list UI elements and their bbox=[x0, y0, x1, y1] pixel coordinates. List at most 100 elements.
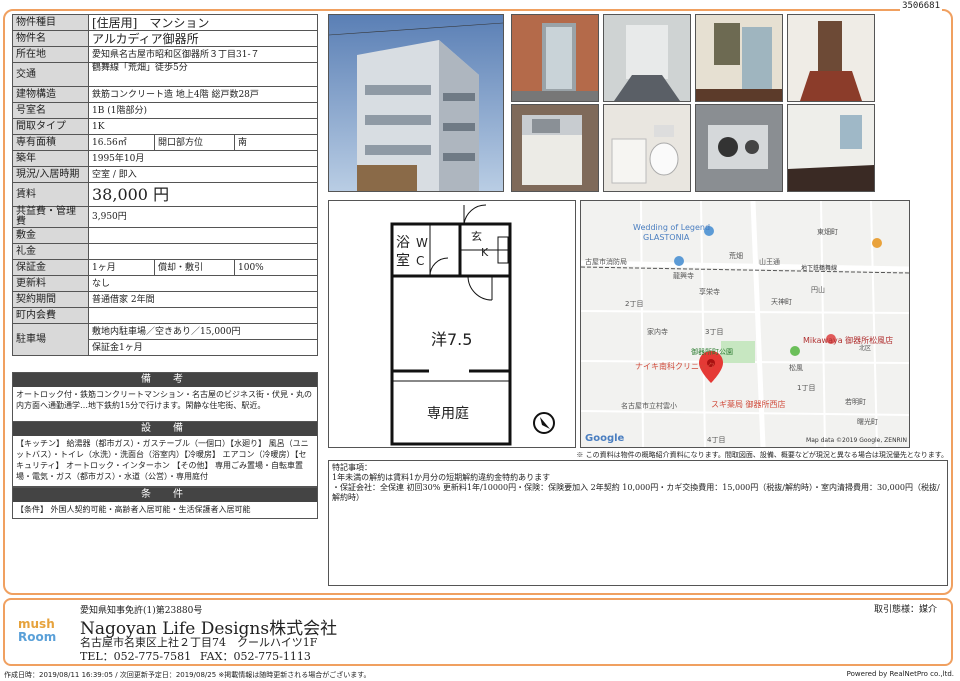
table-row: 共益費・管理費 3,950円 bbox=[12, 206, 318, 228]
map-label: 龍興寺 bbox=[673, 272, 694, 280]
row-value-2: 南 bbox=[234, 134, 318, 151]
row-value: 1K bbox=[88, 118, 318, 135]
equipment-section: 設 備 【キッチン】 給湯器（都市ガス）・ガステーブル（一個口）【水廻り】 風呂… bbox=[12, 421, 318, 487]
doc-number: 3506681 bbox=[900, 1, 942, 11]
table-row: 物件名 アルカディア御器所 bbox=[12, 30, 318, 47]
map-label: 御器所町公園 bbox=[691, 348, 733, 356]
map-label: 北区 bbox=[859, 345, 872, 352]
table-row: 礼金 bbox=[12, 243, 318, 260]
map-label: 古屋市消防局 bbox=[585, 258, 627, 266]
row-value: 普通借家 2年間 bbox=[88, 291, 318, 308]
row-label: 礼金 bbox=[12, 243, 89, 260]
row-label: 物件種目 bbox=[12, 14, 89, 31]
row-label: 敷金 bbox=[12, 227, 89, 244]
map-label: 地下鉄鶴舞線 bbox=[801, 265, 838, 272]
map-label: 2丁目 bbox=[625, 300, 644, 308]
row-value: 1995年10月 bbox=[88, 150, 318, 167]
row-label-2: 開口部方位 bbox=[154, 134, 235, 151]
conditions-text: 【条件】 外国人契約可能・高齢者入居可能・生活保護者入居可能 bbox=[16, 505, 251, 514]
special-notes-title: 特記事項： bbox=[332, 463, 372, 472]
row-value: 3,950円 bbox=[88, 206, 318, 228]
map-label: スギ薬局 御器所西店 bbox=[711, 400, 786, 409]
row-value: 鉄筋コンクリート造 地上4階 総戸数28戸 bbox=[88, 86, 318, 103]
conditions-title: 条 件 bbox=[13, 488, 317, 502]
google-logo: Google bbox=[585, 433, 625, 444]
row-value bbox=[88, 243, 318, 260]
row-label: 契約期間 bbox=[12, 291, 89, 308]
special-notes-line: ・保証会社：全保連 初回30% 更新料1年/10000円・保険：保険要加入 2年… bbox=[332, 483, 940, 502]
north-arrow-icon bbox=[533, 412, 555, 434]
table-row: 築年 1995年10月 bbox=[12, 150, 318, 167]
map-label: Wedding of Legend bbox=[633, 223, 711, 232]
plan-bath-label: 浴室 bbox=[396, 235, 410, 269]
equipment-title: 設 備 bbox=[13, 422, 317, 436]
map-label: 曙光町 bbox=[857, 418, 878, 426]
generated-info: 作成日時：2019/08/11 16:39:05 / 次回更新予定日：2019/… bbox=[4, 671, 371, 679]
row-label: 築年 bbox=[12, 150, 89, 167]
row-value: 1B (1階部分) bbox=[88, 102, 318, 119]
stove-photo bbox=[695, 104, 783, 192]
row-label: 号室名 bbox=[12, 102, 89, 119]
row-label: 建物構造 bbox=[12, 86, 89, 103]
remarks-title: 備 考 bbox=[13, 373, 317, 387]
table-row: 町内会費 bbox=[12, 307, 318, 324]
row-value: なし bbox=[88, 275, 318, 292]
map-attribution: Map data ©2019 Google, ZENRIN bbox=[806, 437, 907, 444]
map-label: 荒畑 bbox=[729, 252, 743, 260]
bottom-bar: 作成日時：2019/08/11 16:39:05 / 次回更新予定日：2019/… bbox=[0, 668, 960, 681]
equipment-text: 【キッチン】 給湯器（都市ガス）・ガステーブル（一個口）【水廻り】 風呂（ユニッ… bbox=[16, 439, 309, 481]
plan-garden-label: 専用庭 bbox=[427, 406, 469, 422]
hallway-photo bbox=[603, 14, 691, 102]
table-row: 契約期間 普通借家 2年間 bbox=[12, 291, 318, 308]
map-label: 松風 bbox=[789, 364, 803, 372]
room-entry-photo bbox=[787, 14, 875, 102]
map-label: 山王通 bbox=[759, 258, 780, 266]
row-value: 鶴舞線「荒畑」徒歩5分 bbox=[88, 62, 318, 87]
map-label: 4丁目 bbox=[707, 436, 726, 444]
map-label: 1丁目 bbox=[797, 384, 816, 392]
plan-room-label: 洋7.5 bbox=[431, 330, 473, 349]
table-row: 現況/入居時期 空室 / 即入 bbox=[12, 166, 318, 183]
mailbox-photo bbox=[695, 14, 783, 102]
row-value: 保証金1ヶ月 bbox=[88, 339, 318, 356]
row-label: 間取タイプ bbox=[12, 118, 89, 135]
table-row: 賃料 38,000 円 bbox=[12, 182, 318, 207]
row-label: 更新料 bbox=[12, 275, 89, 292]
map-label: 若明町 bbox=[845, 398, 866, 406]
row-label: 物件名 bbox=[12, 30, 89, 47]
bathroom-photo bbox=[603, 104, 691, 192]
row-value: [住居用] マンション bbox=[88, 14, 318, 31]
logo-line-2: Room bbox=[18, 630, 57, 644]
transaction-type: 取引態様：媒介 bbox=[874, 605, 938, 615]
building-photo bbox=[328, 14, 504, 192]
row-value: 16.56㎡ bbox=[88, 134, 155, 151]
disclaimer-note: ※ この資料は物件の概略紹介資料になります。間取図面、設備、概要などが現況と異な… bbox=[576, 451, 948, 459]
row-value: 敷地内駐車場／空きあり／15,000円 bbox=[88, 323, 318, 340]
location-map[interactable]: Wedding of Legend GLASTONIA 古屋市消防局 荒畑 山王… bbox=[580, 200, 910, 448]
row-label: 交通 bbox=[12, 62, 89, 87]
rent-value: 38,000 円 bbox=[88, 182, 318, 207]
row-label-2: 償却・敷引 bbox=[154, 259, 235, 276]
row-label: 賃料 bbox=[12, 182, 89, 207]
row-value: 愛知県名古屋市昭和区御器所３丁目31-７ bbox=[88, 46, 318, 63]
special-notes: 特記事項： 1年未満の解約は賃料1か月分の短期解約違約金特約あります ・保証会社… bbox=[328, 460, 948, 586]
map-label: 名古屋市立村雲小 bbox=[621, 402, 677, 410]
row-value: 1ヶ月 bbox=[88, 259, 155, 276]
company-tel: TEL：052-775-7581 bbox=[80, 650, 192, 663]
map-label: 天神町 bbox=[771, 298, 792, 306]
table-row: 保証金 1ヶ月 償却・敷引 100% bbox=[12, 259, 318, 276]
kitchen-photo bbox=[511, 104, 599, 192]
row-value-2: 100% bbox=[234, 259, 318, 276]
room-photo bbox=[787, 104, 875, 192]
table-row: 建物構造 鉄筋コンクリート造 地上4階 総戸数28戸 bbox=[12, 86, 318, 103]
table-row: 敷金 bbox=[12, 227, 318, 244]
row-label: 専有面積 bbox=[12, 134, 89, 151]
conditions-section: 条 件 【条件】 外国人契約可能・高齢者入居可能・生活保護者入居可能 bbox=[12, 487, 318, 519]
table-row: 駐車場 敷地内駐車場／空きあり／15,000円 bbox=[12, 323, 318, 356]
row-value bbox=[88, 307, 318, 324]
table-row: 物件種目 [住居用] マンション bbox=[12, 14, 318, 31]
plan-kitchen-label: K bbox=[481, 246, 489, 259]
row-label: 町内会費 bbox=[12, 307, 89, 324]
plan-wc-label: W C bbox=[416, 236, 428, 268]
row-label: 保証金 bbox=[12, 259, 89, 276]
